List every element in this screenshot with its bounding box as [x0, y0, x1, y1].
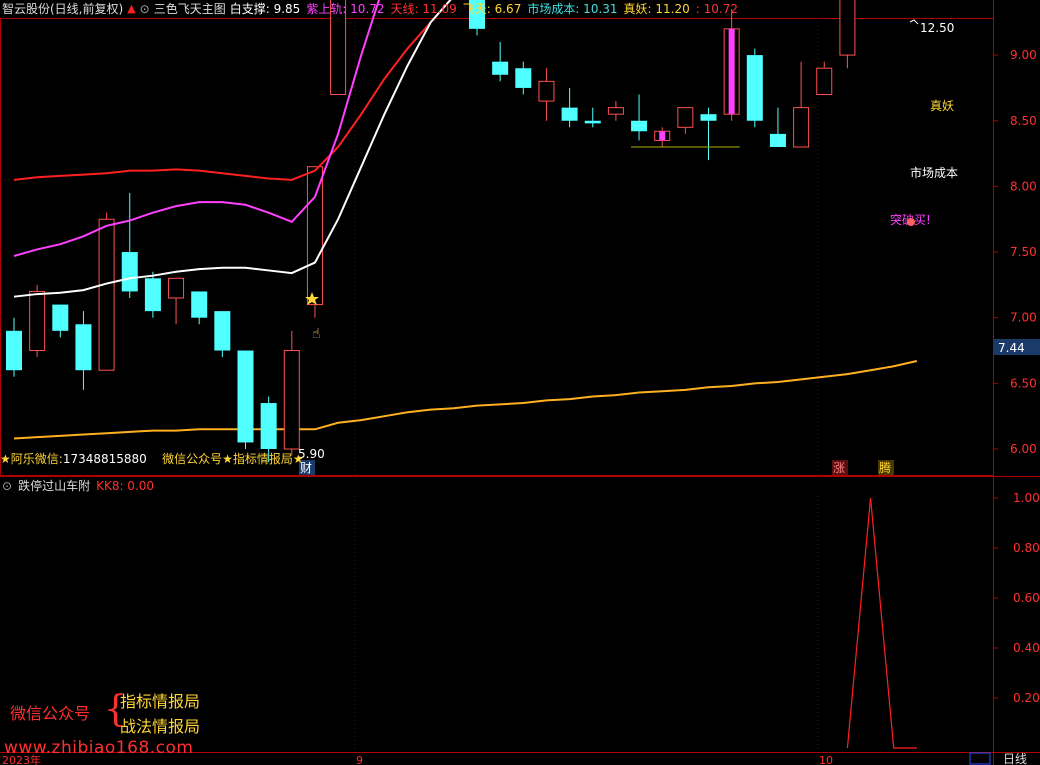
header-value-3: 飞天: 6.67: [462, 2, 522, 16]
header-value-2: 天线: 11.09: [390, 2, 457, 16]
x-label: 9: [356, 754, 363, 765]
candle-body: [214, 311, 231, 351]
header-value-6: : 10.72: [695, 2, 738, 16]
indicator-values: 白支撑: 9.85 紫上轨: 10.72 天线: 11.09 飞天: 6.67 市场成本…: [230, 0, 738, 18]
candle-body: [793, 107, 810, 148]
watermark-url: www.zhibiao168.com: [4, 738, 194, 758]
candle-body: [700, 114, 717, 121]
candle-body: [191, 291, 208, 318]
price-marker-label: 7.44: [998, 341, 1025, 355]
candle-body: [6, 330, 22, 371]
sub-indicator-value: KK8: 0.00: [96, 479, 155, 493]
buy-dot-icon: [907, 218, 915, 226]
sub-chart-header: ⊙ 跌停过山车附 KK8: 0.00: [0, 478, 154, 494]
watermark-left: 微信公众号: [10, 704, 91, 723]
candle-body: [283, 350, 300, 450]
candle-body: [29, 290, 46, 352]
marker-teng: 腾: [879, 460, 891, 475]
candle-body: [538, 80, 555, 102]
candle-body: [769, 133, 786, 148]
candle-body: [144, 278, 161, 312]
main-chart-header: 智云股份(日线,前复权) ▲ ⊙ 三色飞天主图 白支撑: 9.85 紫上轨: 10…: [0, 0, 1040, 18]
candle-body: [561, 107, 578, 121]
main-chart-frame: [0, 18, 994, 476]
indicator-name[interactable]: 三色飞天主图: [154, 0, 226, 18]
candle-body: [677, 107, 694, 128]
promo-text: ★阿乐微信:17348815880 微信公众号★指标情报局★: [0, 450, 304, 467]
header-value-0: 白支撑: 9.85: [229, 2, 301, 16]
high-label: 12.50: [920, 21, 954, 35]
x-label-period: 日线: [1003, 752, 1027, 765]
red-line: [13, 0, 452, 181]
hand-cursor-icon: ☝: [312, 326, 321, 342]
x-label: 10: [819, 754, 833, 765]
stock-title[interactable]: 智云股份(日线,前复权): [2, 0, 123, 18]
y-tick-label: 7.50: [1010, 245, 1037, 259]
sub-y-tick-label: 1.00: [1013, 491, 1040, 505]
magenta-line: [13, 0, 380, 257]
promo-prefix: ★阿乐微信:: [0, 452, 63, 466]
candle-body: [98, 218, 115, 371]
market-cost-label: 市场成本: [910, 165, 958, 180]
y-tick-label: 7.00: [1010, 311, 1037, 325]
watermark-line1: 指标情报局: [120, 692, 201, 711]
candle-body: [816, 67, 833, 95]
candle-body: [121, 252, 138, 292]
y-tick-label: 9.00: [1010, 48, 1037, 62]
y-tick-label: 8.50: [1010, 114, 1037, 128]
y-tick-label: 8.00: [1010, 179, 1037, 193]
true-demon-label: 真妖: [930, 99, 954, 113]
header-value-4: 市场成本: 10.31: [527, 2, 618, 16]
candle-body: [52, 304, 69, 331]
y-tick-label: 6.00: [1010, 442, 1037, 456]
scroll-box: [969, 752, 991, 765]
sub-y-tick-label: 0.60: [1013, 591, 1040, 605]
marker-zhang: 涨: [833, 460, 845, 475]
arrow-up-icon[interactable]: ▲: [127, 0, 135, 18]
highlight-candle: [728, 28, 735, 115]
y-tick-label: 6.50: [1010, 376, 1037, 390]
candle-body: [168, 277, 185, 299]
sub-indicator-name[interactable]: 跌停过山车附: [18, 478, 90, 494]
header-value-5: 真妖: 11.20: [623, 2, 690, 16]
candle-body: [607, 107, 624, 115]
circle-dropdown-icon[interactable]: ⊙: [2, 478, 12, 494]
circle-dropdown-icon[interactable]: ⊙: [140, 0, 150, 18]
candle-body: [746, 55, 763, 121]
white-line: [13, 0, 452, 298]
candle-body: [75, 324, 92, 371]
promo-phone: 17348815880: [62, 452, 147, 466]
candle-body: [492, 61, 509, 75]
candle-body: [631, 120, 648, 132]
chart-canvas: 12.5012.0011.5011.0010.5010.009.509.008.…: [0, 0, 1040, 765]
candle-body: [237, 350, 254, 443]
candle-body: [515, 68, 532, 88]
candle-body: [584, 120, 601, 124]
highlight-candle: [659, 131, 666, 141]
high-pointer: [909, 19, 919, 25]
sub-y-tick-label: 0.80: [1013, 541, 1040, 555]
candle-body: [260, 403, 277, 449]
gold-line: [13, 360, 918, 440]
header-value-1: 紫上轨: 10.72: [306, 2, 385, 16]
sub-y-tick-label: 0.20: [1013, 691, 1040, 705]
watermark-line2: 战法情报局: [120, 717, 201, 736]
kk8-line: [846, 497, 917, 749]
candle-body: [306, 166, 323, 306]
sub-y-tick-label: 0.40: [1013, 641, 1040, 655]
promo-suffix: 微信公众号★指标情报局★: [162, 452, 304, 466]
